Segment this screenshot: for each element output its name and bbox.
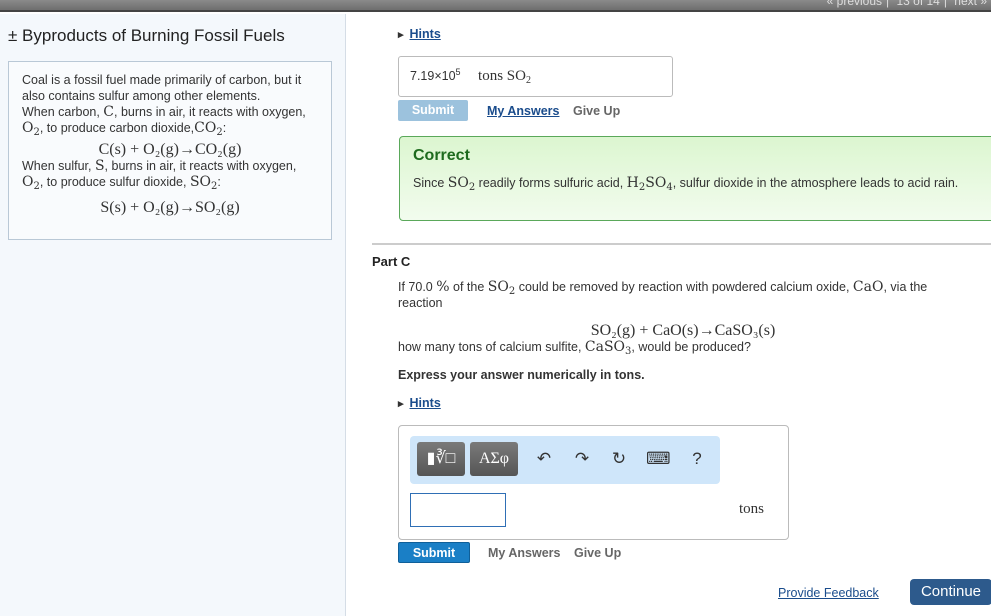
redo-icon[interactable]: ↷	[570, 448, 594, 470]
answer-unit: tons SO2	[478, 68, 531, 86]
intro-p1: Coal is a fossil fuel made primarily of …	[22, 73, 302, 103]
previous-link[interactable]: « previous	[827, 0, 882, 8]
provide-feedback-link[interactable]: Provide Feedback	[778, 586, 879, 600]
unit-label: tons	[738, 501, 764, 517]
sulfur-symbol: S	[94, 158, 105, 174]
colon: :	[217, 175, 221, 189]
part-b-my-answers-link[interactable]: My Answers	[487, 104, 559, 118]
question-text-2: how many tons of calcium sulfite, CaSO3,…	[398, 339, 751, 357]
problem-title[interactable]: ± Byproducts of Burning Fossil Fuels	[8, 26, 285, 46]
part-c-links: My Answers Give Up	[488, 546, 631, 560]
intro-p4a: When sulfur,	[22, 159, 95, 173]
pagination: « previous | 13 of 14 | next »	[823, 0, 991, 8]
part-c-my-answers-link: My Answers	[488, 546, 561, 560]
intro-p3a: , to produce carbon dioxide,	[39, 121, 195, 135]
part-b-submit-button: Submit	[398, 100, 468, 121]
intro-p4b: , burns in air, it reacts with oxygen,	[104, 159, 297, 173]
undo-icon[interactable]: ↶	[532, 448, 556, 470]
templates-button[interactable]: ▮∛□	[417, 442, 465, 476]
part-b-hints-link[interactable]: Hints	[398, 27, 441, 41]
reset-icon[interactable]: ↻	[607, 448, 631, 470]
continue-button[interactable]: Continue	[910, 579, 991, 605]
intro-text-2: When sulfur, S, burns in air, it reacts …	[22, 158, 318, 192]
part-c-answer-input[interactable]	[410, 493, 506, 527]
part-c-question: If 70.0 % of the SO2 could be removed by…	[398, 279, 968, 357]
feedback-text: Since SO2 readily forms sulfuric acid, H…	[413, 175, 959, 193]
intro-p2a: When carbon,	[22, 105, 104, 119]
answer-instruction: Express your answer numerically in tons.	[398, 368, 645, 382]
correct-feedback-box: Correct Since SO2 readily forms sulfuric…	[399, 136, 991, 221]
feedback-title: Correct	[413, 147, 470, 164]
intro-text: Coal is a fossil fuel made primarily of …	[22, 72, 318, 138]
intro-p5a: , to produce sulfur dioxide,	[39, 175, 190, 189]
part-c-equation: SO₂(g) + CaO(s)→CaSO₃(s)	[590, 322, 776, 339]
intro-p2b: , burns in air, it reacts with oxygen,	[114, 105, 306, 119]
colon: :	[222, 121, 227, 135]
keyboard-icon[interactable]: ⌨	[646, 448, 671, 470]
o2-symbol: O2	[22, 174, 40, 192]
greek-symbols-button[interactable]: ΑΣφ	[470, 442, 518, 476]
next-link[interactable]: next »	[954, 0, 987, 8]
part-c-hints-link[interactable]: Hints	[398, 396, 441, 410]
so2-symbol: SO2	[189, 174, 218, 192]
carbon-symbol: C	[103, 104, 115, 120]
help-icon[interactable]: ?	[685, 448, 709, 470]
question-text: If 70.0 % of the SO2 could be removed by…	[398, 279, 928, 310]
main-content: Hints 7.19×105 tons SO2 Submit My Answer…	[347, 14, 991, 616]
answer-value: 7.19×105	[410, 67, 461, 84]
templates-icon: ▮∛□	[426, 450, 456, 467]
math-toolbar: ▮∛□ ΑΣφ ↶ ↷ ↻ ⌨ ?	[410, 436, 720, 484]
part-c-submit-button[interactable]: Submit	[398, 542, 470, 563]
sidebar: ± Byproducts of Burning Fossil Fuels Coa…	[0, 14, 346, 616]
greek-icon: ΑΣφ	[478, 450, 510, 467]
part-c-title: Part C	[372, 254, 411, 269]
section-divider	[372, 243, 991, 245]
position-indicator: 13 of 14	[896, 0, 940, 8]
o2-symbol: O2	[22, 120, 40, 138]
part-b-links: My Answers Give Up	[487, 104, 630, 118]
sulfur-equation: S(s) + O₂(g)→SO₂(g)	[100, 199, 240, 216]
co2-symbol: CO2	[194, 120, 223, 138]
part-b-answer-field: 7.19×105 tons SO2	[398, 56, 673, 97]
part-b-give-up-link: Give Up	[572, 104, 621, 118]
part-c-give-up-link[interactable]: Give Up	[574, 546, 621, 560]
top-nav-bar: « previous | 13 of 14 | next »	[0, 0, 991, 12]
carbon-equation: C(s) + O₂(g)→CO₂(g)	[98, 141, 242, 158]
intro-box: Coal is a fossil fuel made primarily of …	[8, 61, 332, 240]
answer-input-area: ▮∛□ ΑΣφ ↶ ↷ ↻ ⌨ ? tons	[398, 425, 789, 540]
